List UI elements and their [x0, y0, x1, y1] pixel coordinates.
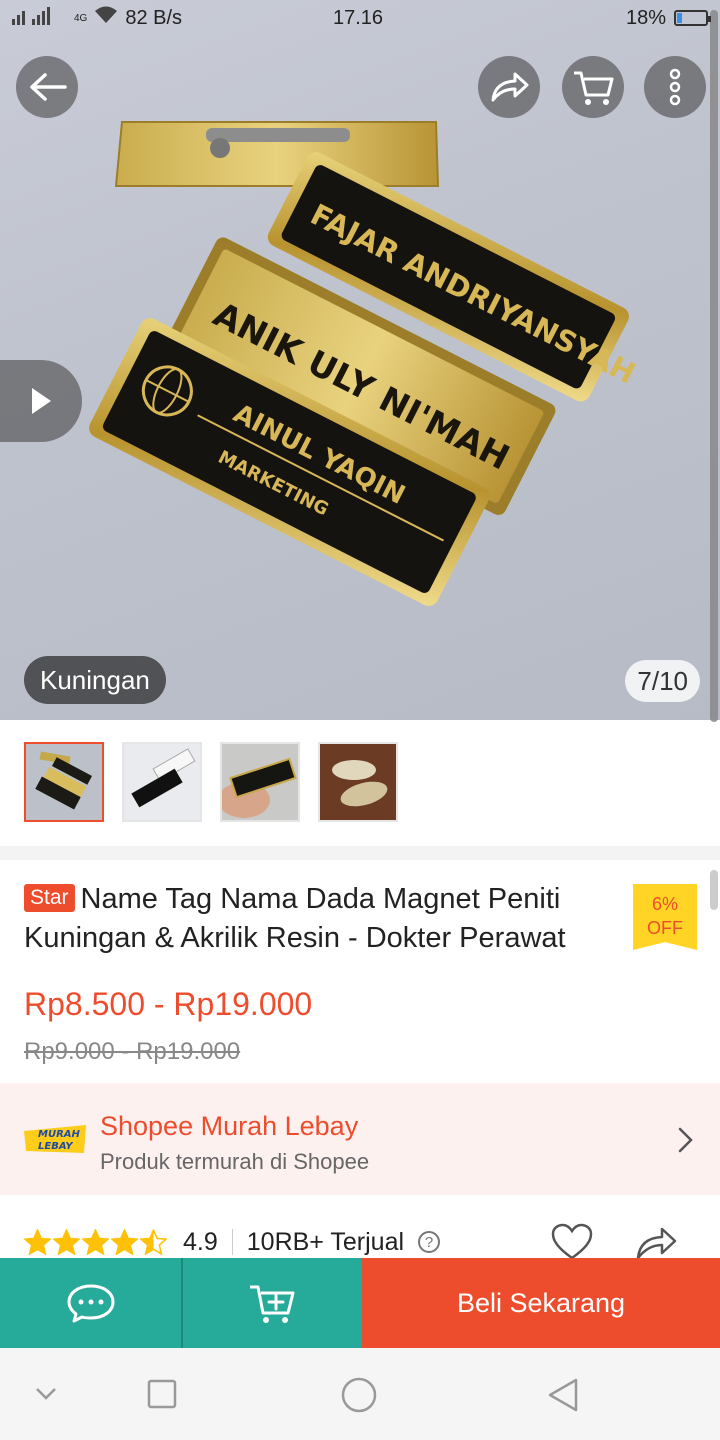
play-icon	[32, 388, 51, 414]
promo-banner[interactable]: MURAH LEBAY Shopee Murah Lebay Produk te…	[0, 1083, 720, 1195]
cart-button[interactable]	[562, 56, 624, 118]
variant-label: Kuningan	[24, 656, 166, 704]
status-bar: 4G 82 B/s 17.16 18%	[0, 0, 720, 36]
star-icon	[24, 1229, 51, 1255]
more-vertical-icon	[669, 68, 681, 106]
thumbnail-1[interactable]	[24, 742, 104, 822]
add-to-cart-button[interactable]	[181, 1258, 362, 1348]
back-button[interactable]	[16, 56, 78, 118]
buy-now-button[interactable]: Beli Sekarang	[362, 1258, 720, 1348]
share-button[interactable]	[478, 56, 540, 118]
star-icon	[53, 1229, 80, 1255]
home-icon[interactable]	[340, 1376, 378, 1414]
page-scrollbar[interactable]	[710, 870, 718, 910]
product-title-block: Star Name Tag Nama Dada Magnet Peniti Kun…	[24, 880, 614, 958]
murah-lebay-logo: MURAH LEBAY	[24, 1125, 86, 1153]
add-to-cart-icon	[249, 1285, 294, 1323]
sold-count: 10RB+ Terjual	[246, 1227, 405, 1256]
original-price: Rp9.000 - Rp19.000	[24, 1038, 241, 1065]
network-speed: 82 B/s	[125, 6, 183, 29]
back-nav-icon[interactable]	[546, 1376, 580, 1414]
battery-level	[677, 13, 683, 23]
network-type: 4G	[74, 12, 88, 24]
thumbnail-4[interactable]	[318, 742, 398, 822]
section-divider	[0, 846, 720, 860]
more-button[interactable]	[644, 56, 706, 118]
chevron-right-icon	[678, 1127, 693, 1153]
product-price: Rp8.500 - Rp19.000	[24, 986, 313, 1022]
arrow-left-icon	[30, 73, 67, 101]
help-icon[interactable]: ?	[418, 1231, 441, 1253]
recent-apps-icon[interactable]	[146, 1378, 178, 1410]
image-counter: 7/10	[625, 660, 700, 702]
chat-icon	[67, 1284, 114, 1323]
rating-divider	[231, 1229, 233, 1255]
product-image-gallery[interactable]: FAJAR ANDRIYANSYAH ANIK ULY NI'MAH AINUL…	[0, 0, 720, 720]
system-nav-bar	[0, 1348, 720, 1440]
thumbnail-strip	[0, 720, 720, 846]
signal-icon	[12, 5, 68, 31]
scrollbar[interactable]	[710, 10, 718, 722]
product-title: Name Tag Nama Dada Magnet Peniti Kuninga…	[24, 883, 566, 954]
thumbnail-3[interactable]	[218, 742, 300, 822]
chevron-down-icon[interactable]	[34, 1386, 58, 1402]
promo-subtitle: Produk termurah di Shopee	[100, 1149, 370, 1174]
rating-value: 4.9	[183, 1227, 218, 1256]
wifi-icon	[93, 5, 119, 31]
thumbnail-2[interactable]	[122, 742, 202, 822]
star-seller-badge: Star	[24, 884, 75, 912]
svg-text:MURAH: MURAH	[38, 1129, 81, 1140]
video-play-button[interactable]	[0, 360, 82, 442]
discount-percent: 6%	[651, 894, 678, 914]
discount-off: OFF	[647, 918, 683, 938]
product-page: FAJAR ANDRIYANSYAH ANIK ULY NI'MAH AINUL…	[0, 0, 720, 1440]
discount-badge: 6% OFF	[633, 884, 697, 950]
star-rating	[24, 1229, 167, 1255]
cart-icon	[574, 71, 614, 105]
clock: 17.16	[333, 6, 384, 29]
star-icon	[140, 1229, 167, 1255]
promo-title: Shopee Murah Lebay	[100, 1111, 359, 1141]
svg-text:LEBAY: LEBAY	[38, 1141, 74, 1152]
share-arrow-icon	[491, 72, 529, 102]
star-icon	[111, 1229, 138, 1255]
bottom-action-bar: Beli Sekarang	[0, 1258, 720, 1348]
star-icon	[82, 1229, 109, 1255]
chat-button[interactable]	[0, 1258, 181, 1348]
rating-row: 4.9 10RB+ Terjual ?	[24, 1222, 441, 1262]
heart-icon[interactable]	[550, 1222, 594, 1262]
battery-percent: 18%	[625, 6, 666, 29]
battery-icon	[674, 10, 711, 26]
share-icon[interactable]	[634, 1222, 678, 1262]
